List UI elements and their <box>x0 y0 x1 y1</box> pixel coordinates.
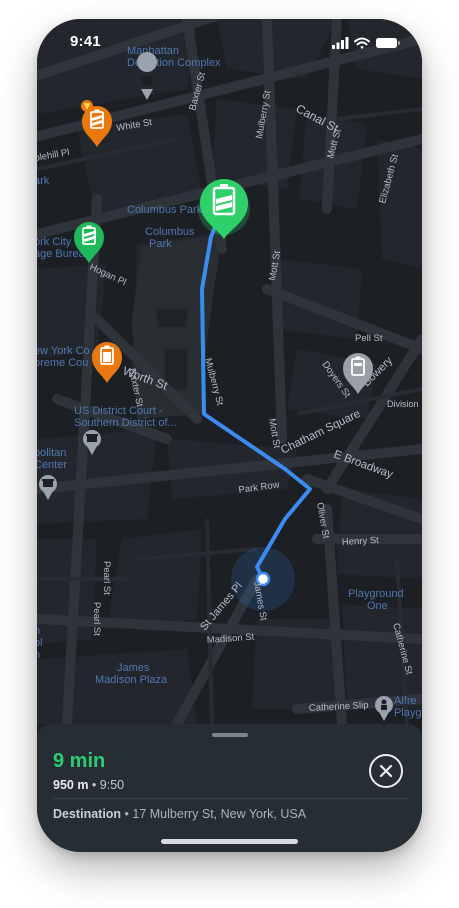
route-sheet: 9 min 950 m • 9:50 Destination • 17 Mulb… <box>37 724 422 852</box>
map-label-pell: Pell St <box>355 333 383 344</box>
route-distance: 950 m <box>53 778 89 792</box>
status-bar: 9:41 <box>37 19 422 63</box>
map-label-pearl-1: Pearl St <box>101 561 112 595</box>
route-duration: 9 min <box>53 750 106 772</box>
home-indicator[interactable] <box>161 839 298 844</box>
destination-label: Destination <box>53 807 122 821</box>
route-arrival: 9:50 <box>99 778 125 792</box>
map-label-pearl-2: Pearl St <box>91 602 102 636</box>
close-icon <box>379 764 393 778</box>
map-label-division: Division <box>387 399 419 409</box>
status-icons <box>332 37 400 49</box>
wifi-icon <box>354 37 370 49</box>
route-details: 950 m • 9:50 <box>53 778 125 792</box>
destination-address: 17 Mulberry St, New York, USA <box>132 807 307 821</box>
map-label-us-district-court: US District Court -Southern District of.… <box>74 405 177 429</box>
destination-row: Destination • 17 Mulberry St, New York, … <box>53 807 307 821</box>
map-label-henry: Henry St <box>342 535 380 548</box>
close-route-button[interactable] <box>369 754 403 788</box>
phone-screen: White St Baxter St Canal St Mulberry St … <box>37 19 422 852</box>
status-time: 9:41 <box>70 33 101 50</box>
map-label-columbus-park-top: Columbus Park <box>127 204 203 216</box>
battery-status-icon <box>376 38 400 48</box>
sheet-grabber[interactable] <box>212 733 248 737</box>
divider <box>53 798 407 799</box>
map-label-ark: ark <box>37 175 50 187</box>
signal-icon <box>332 37 349 49</box>
map-label-politan-center: politan Center <box>37 447 67 471</box>
map-label-new-york-court: ew York Co preme Cou <box>37 345 90 369</box>
trophy-icon <box>81 100 93 112</box>
